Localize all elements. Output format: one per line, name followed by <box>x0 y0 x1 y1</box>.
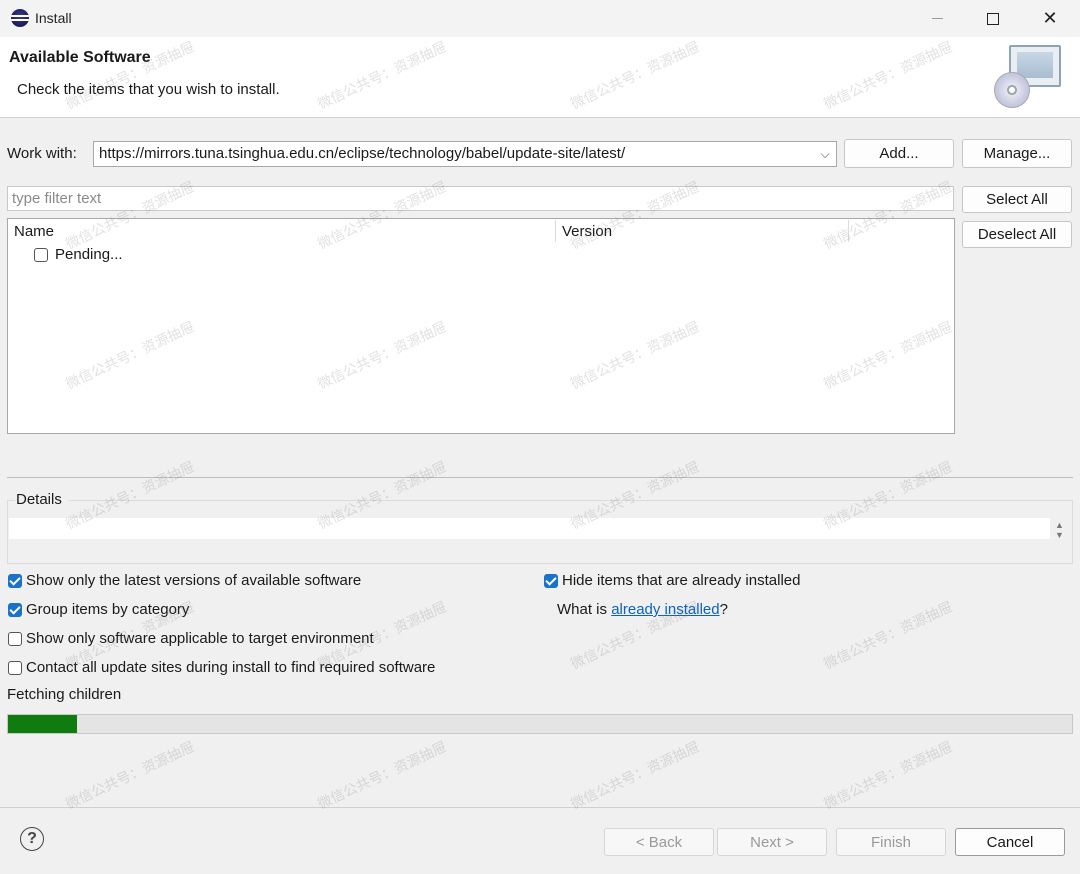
sash-divider[interactable] <box>7 477 1073 478</box>
hide-installed-label[interactable]: Hide items that are already installed <box>562 572 800 589</box>
footer-divider <box>0 807 1080 808</box>
close-button[interactable]: ✕ <box>1022 0 1078 37</box>
progress-bar <box>7 714 1073 734</box>
scroll-up-icon[interactable]: ▲ <box>1055 520 1064 530</box>
select-all-button[interactable]: Select All <box>962 186 1072 213</box>
hide-installed-checkbox[interactable] <box>544 574 558 588</box>
maximize-button[interactable] <box>965 0 1021 37</box>
work-with-label: Work with: <box>7 145 77 162</box>
group-border <box>7 500 15 501</box>
software-tree[interactable] <box>7 218 955 434</box>
watermark-text: 微信公共号：资源抽屉 <box>568 738 702 812</box>
filter-input[interactable] <box>12 190 949 207</box>
progress-fill <box>8 715 77 733</box>
watermark-text: 微信公共号：资源抽屉 <box>63 738 197 812</box>
page-title: Available Software <box>9 49 151 66</box>
latest-versions-label[interactable]: Show only the latest versions of availab… <box>26 572 361 589</box>
work-with-combo[interactable]: https://mirrors.tuna.tsinghua.edu.cn/ecl… <box>93 141 837 167</box>
filter-field[interactable] <box>7 186 954 211</box>
add-button[interactable]: Add... <box>844 139 954 168</box>
what-is-suffix: ? <box>719 601 728 618</box>
group-by-category-checkbox[interactable] <box>8 603 22 617</box>
back-button[interactable]: < Back <box>604 828 714 856</box>
maximize-icon <box>987 12 999 25</box>
watermark-text: 微信公共号：资源抽屉 <box>821 598 955 672</box>
target-env-checkbox[interactable] <box>8 632 22 646</box>
finish-button[interactable]: Finish <box>836 828 946 856</box>
minimize-icon <box>931 18 943 19</box>
group-by-category-label[interactable]: Group items by category <box>26 601 189 618</box>
what-is-prefix: What is <box>557 601 612 618</box>
watermark-text: 微信公共号：资源抽屉 <box>315 738 449 812</box>
what-is-installed-text: What is already installed? <box>557 601 728 618</box>
close-icon: ✕ <box>1042 8 1058 28</box>
contact-sites-checkbox[interactable] <box>8 661 22 675</box>
help-icon[interactable]: ? <box>20 827 44 851</box>
contact-sites-label[interactable]: Contact all update sites during install … <box>26 659 435 676</box>
latest-versions-checkbox[interactable] <box>8 574 22 588</box>
cd-icon <box>994 72 1030 108</box>
target-env-label[interactable]: Show only software applicable to target … <box>26 630 374 647</box>
window-title: Install <box>35 10 72 26</box>
chevron-down-icon[interactable]: ⌵ <box>816 144 834 164</box>
header-banner <box>0 37 1080 118</box>
column-header-name[interactable]: Name <box>14 223 54 240</box>
cancel-button[interactable]: Cancel <box>955 828 1065 856</box>
next-button[interactable]: Next > <box>717 828 827 856</box>
page-subtitle: Check the items that you wish to install… <box>17 81 280 98</box>
minimize-button[interactable] <box>909 0 965 37</box>
details-label: Details <box>16 491 62 508</box>
column-divider[interactable] <box>555 220 556 242</box>
eclipse-icon <box>11 9 29 27</box>
table-row-checkbox[interactable] <box>34 248 48 262</box>
group-border <box>68 500 1073 501</box>
manage-button[interactable]: Manage... <box>962 139 1072 168</box>
status-text: Fetching children <box>7 686 122 703</box>
deselect-all-button[interactable]: Deselect All <box>962 221 1072 248</box>
already-installed-link[interactable]: already installed <box>611 601 719 618</box>
watermark-text: 微信公共号：资源抽屉 <box>821 738 955 812</box>
table-row-name: Pending... <box>55 246 123 263</box>
column-header-version[interactable]: Version <box>562 223 612 240</box>
details-text-area[interactable] <box>9 518 1050 539</box>
scroll-down-icon[interactable]: ▼ <box>1055 530 1064 540</box>
column-divider[interactable] <box>848 220 849 242</box>
